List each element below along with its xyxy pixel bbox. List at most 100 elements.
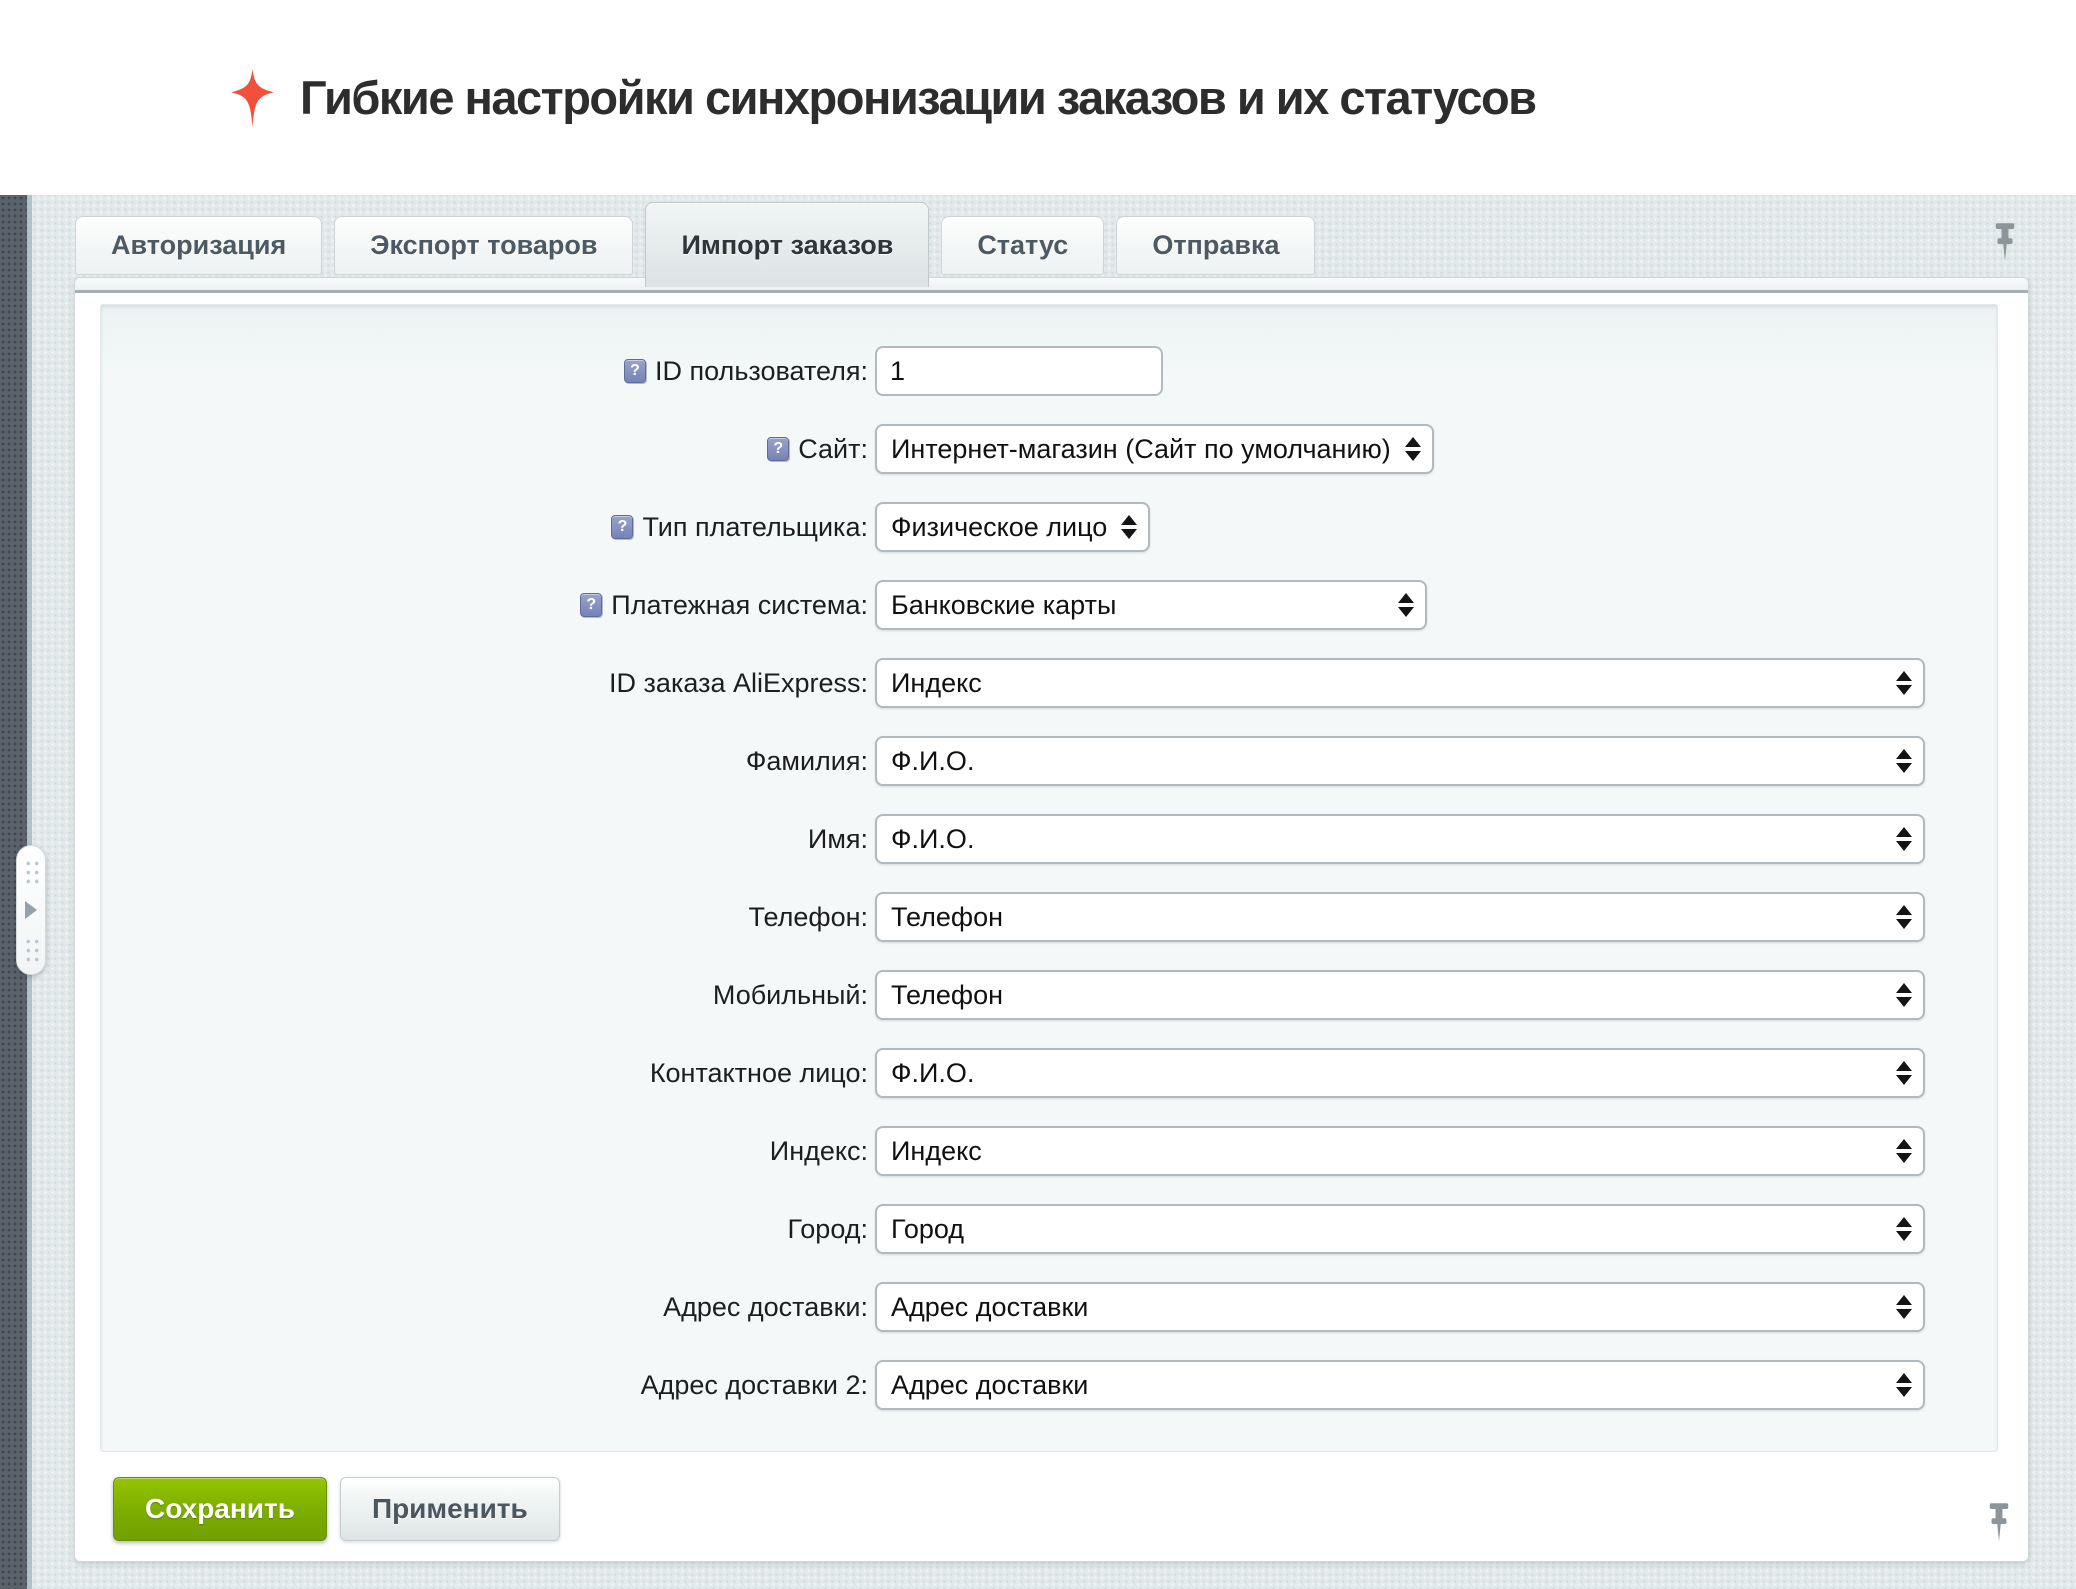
select-arrows-icon — [1896, 671, 1912, 695]
select-value: Телефон — [891, 902, 1003, 933]
grip-dots-icon — [23, 858, 40, 884]
tab-label: Отправка — [1152, 230, 1279, 261]
select-arrows-icon — [1896, 1295, 1912, 1319]
form-row: ? ID пользователя: — [101, 332, 1997, 410]
select-field[interactable]: Физическое лицо — [875, 502, 1150, 552]
select-field[interactable]: Телефон — [875, 892, 1925, 942]
sidebar-expand-handle[interactable] — [16, 845, 46, 975]
select-value: Индекс — [891, 668, 982, 699]
select-field[interactable]: Ф.И.О. — [875, 814, 1925, 864]
page-title: Гибкие настройки синхронизации заказов и… — [300, 70, 1536, 125]
field-label: Адрес доставки: — [663, 1292, 868, 1323]
button-row: Сохранить Применить — [100, 1477, 1998, 1541]
select-field[interactable]: Индекс — [875, 658, 1925, 708]
field-label-cell: Имя: — [101, 824, 875, 855]
text-input[interactable] — [875, 346, 1163, 396]
panel-body: ? ID пользователя: ? Сайт: Интернет-мага… — [75, 293, 2028, 1561]
field-label-cell: Индекс: — [101, 1136, 875, 1167]
field-label: Телефон: — [748, 902, 868, 933]
select-field[interactable]: Адрес доставки — [875, 1360, 1925, 1410]
help-icon[interactable]: ? — [767, 437, 789, 461]
select-arrows-icon — [1405, 437, 1421, 461]
select-arrows-icon — [1896, 1139, 1912, 1163]
screenshot-root: Гибкие настройки синхронизации заказов и… — [0, 0, 2076, 1589]
select-value: Адрес доставки — [891, 1292, 1088, 1323]
select-field[interactable]: Ф.И.О. — [875, 1048, 1925, 1098]
select-arrows-icon — [1896, 1061, 1912, 1085]
field-label-cell: ? Сайт: — [101, 434, 875, 465]
tab-authorization[interactable]: Авторизация — [75, 216, 322, 275]
field-label-cell: Мобильный: — [101, 980, 875, 1011]
tab-export-products[interactable]: Экспорт товаров — [334, 216, 633, 275]
tab-import-orders[interactable]: Импорт заказов — [645, 202, 929, 287]
field-label: Контактное лицо: — [650, 1058, 868, 1089]
form-row: Индекс: Индекс — [101, 1112, 1997, 1190]
select-arrows-icon — [1121, 515, 1137, 539]
select-field[interactable]: Телефон — [875, 970, 1925, 1020]
field-label: Адрес доставки 2: — [641, 1370, 868, 1401]
form-row: ? Сайт: Интернет-магазин (Сайт по умолча… — [101, 410, 1997, 488]
form-row: Имя: Ф.И.О. — [101, 800, 1997, 878]
workspace: Авторизация Экспорт товаров Импорт заказ… — [0, 195, 2076, 1589]
select-field[interactable]: Индекс — [875, 1126, 1925, 1176]
select-value: Ф.И.О. — [891, 824, 974, 855]
field-label-cell: ? Платежная система: — [101, 590, 875, 621]
select-value: Индекс — [891, 1136, 982, 1167]
select-arrows-icon — [1896, 1373, 1912, 1397]
select-field[interactable]: Город — [875, 1204, 1925, 1254]
form-row: Фамилия: Ф.И.О. — [101, 722, 1997, 800]
help-icon[interactable]: ? — [611, 515, 633, 539]
tab-label: Импорт заказов — [681, 230, 893, 261]
apply-button[interactable]: Применить — [340, 1477, 560, 1541]
select-arrows-icon — [1896, 905, 1912, 929]
form-row: ID заказа AliExpress: Индекс — [101, 644, 1997, 722]
tab-label: Экспорт товаров — [370, 230, 597, 261]
select-value: Город — [891, 1214, 964, 1245]
form-row: Адрес доставки: Адрес доставки — [101, 1268, 1997, 1346]
form-row: Контактное лицо: Ф.И.О. — [101, 1034, 1997, 1112]
sparkle-icon — [229, 69, 276, 127]
grip-dots-icon — [23, 936, 40, 962]
tab-label: Авторизация — [111, 230, 286, 261]
select-arrows-icon — [1398, 593, 1414, 617]
field-label: Имя: — [808, 824, 868, 855]
field-label-cell: Контактное лицо: — [101, 1058, 875, 1089]
help-icon[interactable]: ? — [624, 359, 646, 383]
form-row: ? Платежная система: Банковские карты — [101, 566, 1997, 644]
field-label: ID заказа AliExpress: — [609, 668, 868, 699]
tab-status[interactable]: Статус — [941, 216, 1104, 275]
save-button[interactable]: Сохранить — [113, 1477, 327, 1541]
select-value: Телефон — [891, 980, 1003, 1011]
form-row: Адрес доставки 2: Адрес доставки — [101, 1346, 1997, 1424]
field-label-cell: ? Тип плательщика: — [101, 512, 875, 543]
field-label: Мобильный: — [713, 980, 868, 1011]
main-column: Авторизация Экспорт товаров Импорт заказ… — [75, 205, 2028, 1561]
select-field[interactable]: Ф.И.О. — [875, 736, 1925, 786]
field-label: Фамилия: — [746, 746, 868, 777]
select-value: Физическое лицо — [891, 512, 1107, 543]
select-value: Ф.И.О. — [891, 746, 974, 777]
form-rows: ? ID пользователя: ? Сайт: Интернет-мага… — [101, 332, 1997, 1424]
form-row: Телефон: Телефон — [101, 878, 1997, 956]
help-icon[interactable]: ? — [580, 593, 602, 617]
select-field[interactable]: Адрес доставки — [875, 1282, 1925, 1332]
field-label-cell: Телефон: — [101, 902, 875, 933]
select-arrows-icon — [1896, 983, 1912, 1007]
field-label-cell: ID заказа AliExpress: — [101, 668, 875, 699]
select-value: Ф.И.О. — [891, 1058, 974, 1089]
tab-bar: Авторизация Экспорт товаров Импорт заказ… — [75, 205, 2028, 278]
select-value: Интернет-магазин (Сайт по умолчанию) — [891, 434, 1391, 465]
field-label: Сайт: — [798, 434, 868, 465]
select-arrows-icon — [1896, 1217, 1912, 1241]
pin-icon[interactable] — [1984, 1503, 2014, 1545]
select-field[interactable]: Интернет-магазин (Сайт по умолчанию) — [875, 424, 1434, 474]
field-label: Город: — [787, 1214, 868, 1245]
field-label: ID пользователя: — [655, 356, 868, 387]
field-label-cell: Адрес доставки: — [101, 1292, 875, 1323]
field-label: Платежная система: — [611, 590, 868, 621]
tab-shipping[interactable]: Отправка — [1116, 216, 1315, 275]
tab-label: Статус — [977, 230, 1068, 261]
form-area: ? ID пользователя: ? Сайт: Интернет-мага… — [100, 304, 1998, 1452]
select-arrows-icon — [1896, 749, 1912, 773]
select-field[interactable]: Банковские карты — [875, 580, 1427, 630]
